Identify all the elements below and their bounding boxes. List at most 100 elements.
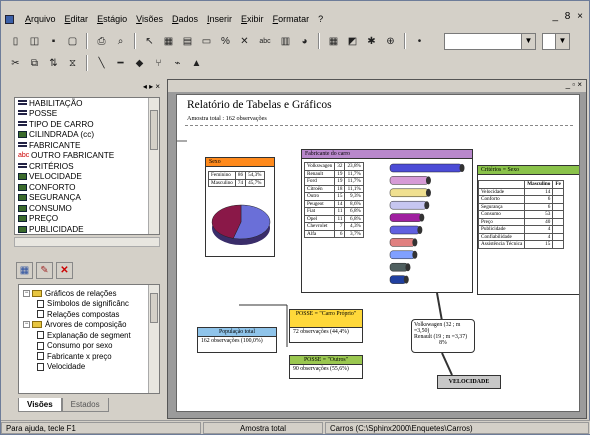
abc-icon[interactable]: abc (255, 33, 275, 50)
pie-icon[interactable]: ◕ (296, 33, 313, 50)
tree-node[interactable]: Consumo por sexo (19, 341, 159, 352)
variable-item[interactable]: FABRICANTE (15, 140, 159, 151)
delete-icon[interactable]: ✕ (236, 33, 253, 50)
grid-icon[interactable]: ▦ (160, 33, 177, 50)
sort-icon[interactable]: ⇅ (45, 55, 62, 72)
table-row: Citroën 18 11,1% (303, 184, 364, 193)
print-preview-icon[interactable]: ▢ (64, 33, 81, 50)
filter-icon[interactable]: ⧖ (64, 55, 81, 72)
variable-item[interactable]: CONSUMO (15, 203, 159, 214)
variable-item[interactable]: VELOCIDADE (15, 172, 159, 183)
tree-node[interactable]: Símbolos de significânc (19, 299, 159, 310)
table-cell: 4 (524, 232, 554, 241)
document-icon (37, 352, 44, 361)
menu-help[interactable]: ? (318, 14, 323, 24)
variable-item[interactable]: PUBLICIDADE (15, 224, 159, 234)
views-tree[interactable]: − Gráficos de relações Símbolos de signifi… (18, 284, 160, 394)
scroll-thumb[interactable] (150, 110, 158, 150)
chevron-down-icon[interactable]: ▼ (555, 33, 569, 49)
report-page[interactable]: Relatório de Tabelas e Gráficos Amostra … (176, 94, 580, 412)
copy-icon[interactable]: ⧉ (26, 55, 43, 72)
arrow-icon[interactable]: ━ (112, 55, 129, 72)
level-icon[interactable]: ⌁ (169, 55, 186, 72)
variable-item[interactable]: PREÇO (15, 214, 159, 225)
scrollbar[interactable] (148, 98, 159, 234)
menu-dados[interactable]: Dados (172, 14, 198, 24)
menu-exibir[interactable]: Exibir (241, 14, 264, 24)
variable-item[interactable]: CONFORTO (15, 182, 159, 193)
posse-outros-node[interactable]: POSSE = "Outros" 90 observações (55,6%) (289, 355, 363, 379)
scrollbar[interactable] (148, 285, 159, 393)
menu-inserir[interactable]: Inserir (207, 14, 232, 24)
tree-node[interactable]: − Gráficos de relações (19, 288, 159, 299)
tab-visoes[interactable]: Visões (18, 398, 62, 412)
delete-view-icon[interactable]: ✕ (56, 262, 73, 279)
variable-list[interactable]: HABILITAÇÃO POSSE TIPO DE CARRO CILINDRADA … (14, 97, 160, 235)
tree-node[interactable]: Velocidade (19, 362, 159, 373)
menu-formatar[interactable]: Formatar (273, 14, 310, 24)
scroll-thumb[interactable] (150, 293, 158, 323)
table-cell: 15 (334, 192, 346, 201)
variable-item[interactable]: CILINDRADA (cc) (15, 130, 159, 141)
tree-toolbar: ▦ ✎ ✕ (16, 262, 73, 279)
tree-node[interactable]: − Árvores de composição (19, 320, 159, 331)
plus-icon[interactable]: ◆ (131, 55, 148, 72)
sexo-node[interactable]: Sexo Feminino 86 54,3% Masculino 74 45,7% (205, 157, 275, 257)
collapse-icon[interactable]: − (23, 289, 30, 297)
line-icon[interactable]: ╲ (93, 55, 110, 72)
table-icon[interactable]: ▤ (179, 33, 196, 50)
chevron-down-icon[interactable]: ▼ (521, 33, 535, 49)
tools-icon[interactable]: ✱ (363, 33, 380, 50)
collapse-icon[interactable]: − (23, 321, 30, 329)
percent-icon[interactable]: % (217, 33, 234, 50)
menu-arquivo[interactable]: Arquivo (25, 14, 56, 24)
new-icon[interactable]: ▯ (7, 33, 24, 50)
comment-icon[interactable]: ▭ (198, 33, 215, 50)
color-icon[interactable]: ▲ (188, 55, 205, 72)
bar (389, 238, 416, 247)
document-controls[interactable]: _ ▫ × (566, 80, 582, 89)
zoom-icon[interactable]: ⌕ (112, 33, 129, 50)
tree-node[interactable]: Explanação de segment (19, 330, 159, 341)
edit-view-icon[interactable]: ✎ (36, 262, 53, 279)
bar (389, 176, 429, 185)
size-combo[interactable]: ▼ (542, 32, 570, 50)
variable-item[interactable]: TIPO DE CARRO (15, 119, 159, 130)
variable-item[interactable]: HABILITAÇÃO (15, 98, 159, 109)
new-view-icon[interactable]: ▦ (16, 262, 33, 279)
cut-icon[interactable]: ✂ (7, 55, 24, 72)
criterio-node[interactable]: Critérios = Sexo Masculino Fe Velocidade 14… (477, 165, 579, 295)
menu-editar[interactable]: Editar (65, 14, 89, 24)
zoom-in-icon[interactable]: ⊕ (382, 33, 399, 50)
tree-node[interactable]: Relações compostas (19, 309, 159, 320)
fabricante-node[interactable]: Fabricante do carro Volkswagen 32 23,8% Ren… (301, 149, 473, 293)
variable-item[interactable]: abc OUTRO FABRICANTE (15, 151, 159, 162)
save-icon[interactable]: ▪ (45, 33, 62, 50)
chart-icon[interactable]: ▥ (277, 33, 294, 50)
branch-icon[interactable]: ⑂ (150, 55, 167, 72)
dot-icon[interactable]: • (411, 33, 428, 50)
horizontal-scrollbar[interactable] (14, 237, 160, 247)
posse-proprio-node[interactable]: POSSE = "Carro Próprio" 72 observações (… (289, 309, 363, 343)
variable-item[interactable]: SEGURANÇA (15, 193, 159, 204)
variable-item[interactable]: CRITÉRIOS (15, 161, 159, 172)
properties-icon[interactable]: ◩ (344, 33, 361, 50)
variable-item[interactable]: POSSE (15, 109, 159, 120)
tree-node[interactable]: Fabricante x preço (19, 351, 159, 362)
menu-estagio[interactable]: Estágio (97, 14, 127, 24)
table-cell (552, 232, 564, 241)
font-combo[interactable]: ▼ (444, 32, 536, 50)
layout-icon[interactable]: ▦ (325, 33, 342, 50)
pane-controls[interactable]: ◂ ▸ × (4, 79, 164, 93)
velocidade-group-node[interactable]: Volkswagen (32 ; m =3,50) Renault (19 ; … (411, 319, 475, 353)
population-node[interactable]: População total 162 observações (100,0%) (197, 327, 277, 353)
open-icon[interactable]: ◫ (26, 33, 43, 50)
numeric-variable-icon (18, 215, 27, 223)
velocidade-label-node[interactable]: VELOCIDADE (437, 375, 501, 389)
print-icon[interactable]: ⎙ (93, 33, 110, 50)
tab-estados[interactable]: Estados (61, 398, 109, 412)
menu-visoes[interactable]: Visões (136, 14, 163, 24)
bar-cap (417, 226, 423, 234)
pointer-icon[interactable]: ↖ (141, 33, 158, 50)
window-controls[interactable]: _ 8 × (552, 11, 585, 22)
